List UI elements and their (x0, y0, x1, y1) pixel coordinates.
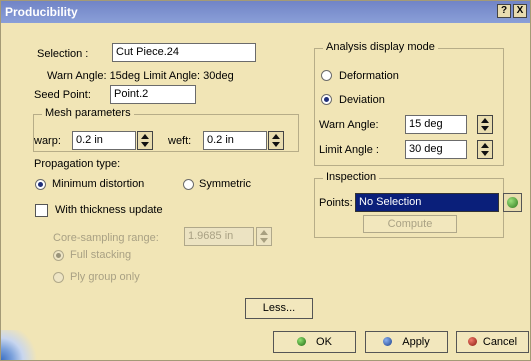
seed-point-field[interactable]: Point.2 (110, 85, 196, 104)
inspection-title: Inspection (323, 171, 380, 183)
points-label: Points: (319, 197, 353, 209)
ok-button[interactable]: OK (273, 331, 356, 353)
thickness-update-label: With thickness update (55, 204, 163, 216)
ok-icon (297, 337, 307, 346)
core-sampling-field[interactable]: 1.9685 in (184, 227, 254, 246)
title-bar: Producibility ? X (1, 1, 530, 23)
ply-group-label: Ply group only (70, 271, 140, 283)
weft-label: weft: (168, 135, 192, 147)
mesh-parameters-title: Mesh parameters (42, 107, 134, 119)
ply-group-radio[interactable] (53, 272, 64, 283)
analysis-display-title: Analysis display mode (323, 41, 438, 53)
producibility-dialog: Producibility ? X Selection : Cut Piece.… (0, 0, 531, 361)
minimum-distortion-radio[interactable] (35, 179, 46, 190)
weft-spinner[interactable] (268, 131, 284, 150)
warp-spinner[interactable] (137, 131, 153, 150)
selection-field[interactable]: Cut Piece.24 (112, 43, 256, 62)
limit-angle-label: Limit Angle : (319, 144, 379, 156)
desktop-corner-decoration (1, 330, 41, 360)
warn-angle-label: Warn Angle: (319, 119, 379, 131)
thickness-update-checkbox[interactable] (35, 204, 48, 217)
deformation-radio[interactable] (321, 70, 332, 81)
core-sampling-spinner[interactable] (256, 227, 272, 246)
limit-angle-field[interactable]: 30 deg (405, 140, 467, 159)
angles-info: Warn Angle: 15deg Limit Angle: 30deg (47, 70, 234, 82)
cancel-icon (467, 337, 477, 346)
close-button[interactable]: X (513, 4, 527, 18)
ok-label: OK (316, 336, 332, 348)
minimum-distortion-label: Minimum distortion (52, 178, 145, 190)
core-sampling-label: Core-sampling range: (53, 232, 159, 244)
warp-field[interactable]: 0.2 in (72, 131, 136, 150)
full-stacking-label: Full stacking (70, 249, 132, 261)
warn-angle-field[interactable]: 15 deg (405, 115, 467, 134)
apply-button[interactable]: Apply (365, 331, 448, 353)
apply-icon (383, 337, 393, 346)
points-field[interactable]: No Selection (355, 193, 499, 212)
selection-label: Selection : (37, 48, 89, 60)
window-title: Producibility (5, 5, 78, 19)
deviation-label: Deviation (339, 94, 385, 106)
less-button[interactable]: Less... (245, 298, 313, 319)
seed-point-label: Seed Point: (34, 89, 91, 101)
cancel-label: Cancel (482, 336, 518, 348)
select-icon (507, 197, 518, 208)
symmetric-radio[interactable] (183, 179, 194, 190)
symmetric-label: Symmetric (199, 178, 251, 190)
compute-button[interactable]: Compute (363, 215, 457, 233)
cancel-button[interactable]: Cancel (456, 331, 529, 353)
deviation-radio[interactable] (321, 94, 332, 105)
full-stacking-radio[interactable] (53, 250, 64, 261)
warp-label: warp: (34, 135, 61, 147)
limit-angle-spinner[interactable] (477, 140, 493, 159)
help-button[interactable]: ? (497, 4, 511, 18)
warn-angle-spinner[interactable] (477, 115, 493, 134)
apply-label: Apply (402, 336, 430, 348)
deformation-label: Deformation (339, 70, 399, 82)
points-select-button[interactable] (503, 193, 522, 212)
weft-field[interactable]: 0.2 in (203, 131, 267, 150)
propagation-label: Propagation type: (34, 158, 121, 170)
